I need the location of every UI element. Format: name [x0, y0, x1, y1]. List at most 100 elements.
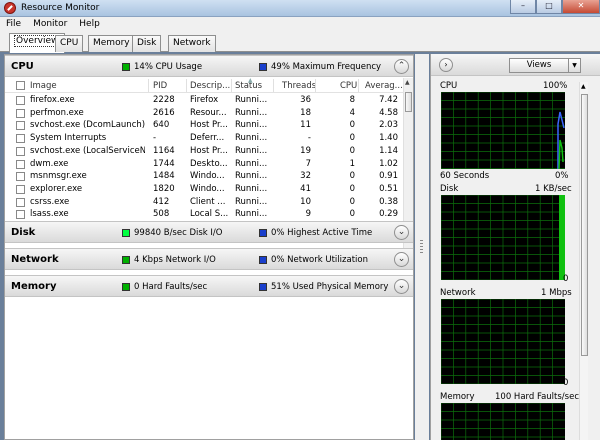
row-checkbox[interactable]	[16, 184, 25, 194]
disk-io-indicator: 99840 B/sec Disk I/O	[122, 227, 223, 239]
table-cell: Deferr...	[190, 133, 225, 144]
select-all-checkbox[interactable]	[16, 81, 25, 90]
table-cell: Runni...	[235, 171, 268, 182]
table-cell: 32	[300, 171, 311, 182]
graph-scrollbar[interactable]: ▲	[579, 82, 588, 440]
cpu-frequency-text: 49% Maximum Frequency	[271, 62, 382, 72]
row-checkbox[interactable]	[16, 159, 25, 169]
table-cell: 0	[349, 133, 355, 144]
physical-memory-text: 51% Used Physical Memory	[271, 282, 389, 292]
menu-file[interactable]: File	[0, 17, 27, 32]
column-threads[interactable]: Threads	[282, 81, 316, 91]
network-utilization-indicator: 0% Network Utilization	[259, 254, 368, 266]
table-cell: csrss.exe	[30, 196, 70, 207]
disk-section-header[interactable]: Disk 99840 B/sec Disk I/O 0% Highest Act…	[5, 221, 413, 243]
expand-chevron-icon[interactable]: ⌄	[394, 279, 409, 294]
row-checkbox[interactable]	[16, 121, 25, 131]
table-cell: 1.02	[379, 158, 398, 169]
hard-faults-indicator: 0 Hard Faults/sec	[122, 281, 207, 293]
table-row[interactable]: msnmsgr.exe 1484 Windo... Runni... 32 0 0.91	[5, 170, 403, 183]
row-checkbox[interactable]	[16, 172, 25, 182]
table-cell: 11	[300, 120, 311, 131]
table-row[interactable]: svchost.exe (DcomLaunch) 640 Host Pr... Run…	[5, 119, 403, 132]
row-checkbox[interactable]	[16, 134, 25, 144]
cpu-frequency-indicator: 49% Maximum Frequency	[259, 61, 381, 73]
disk-active-text: 0% Highest Active Time	[271, 228, 373, 238]
expand-chevron-icon[interactable]: ⌄	[394, 252, 409, 267]
views-dropdown-arrow-icon[interactable]: ▼	[569, 58, 581, 73]
tab-cpu[interactable]: CPU	[55, 35, 84, 52]
menu-help[interactable]: Help	[73, 17, 106, 32]
table-row[interactable]: lsass.exe 508 Local S... Runni... 9 0 0.29	[5, 208, 403, 221]
pane-splitter[interactable]	[415, 54, 429, 440]
minimize-button[interactable]: –	[510, 0, 536, 14]
tab-disk[interactable]: Disk	[132, 35, 162, 52]
column-pid[interactable]: PID	[153, 81, 167, 91]
row-checkbox[interactable]	[16, 197, 25, 207]
disk-active-indicator: 0% Highest Active Time	[259, 227, 372, 239]
network-section-title: Network	[11, 254, 59, 265]
table-cell: -	[153, 133, 157, 144]
table-cell: 7	[305, 158, 311, 169]
physical-memory-indicator: 51% Used Physical Memory	[259, 281, 388, 293]
green-indicator-icon	[122, 256, 130, 264]
tab-memory[interactable]: Memory	[88, 35, 135, 52]
row-checkbox[interactable]	[16, 96, 25, 105]
views-button[interactable]: Views	[509, 58, 569, 73]
table-cell: Client ...	[190, 196, 226, 207]
column-cpu[interactable]: CPU	[340, 81, 357, 91]
table-row[interactable]: firefox.exe 2228 Firefox Runni... 36 8 7.42	[5, 94, 403, 107]
table-cell: Runni...	[235, 95, 268, 105]
network-section-header[interactable]: Network 4 Kbps Network I/O 0% Network Ut…	[5, 248, 413, 270]
table-cell: Local S...	[190, 209, 229, 220]
maximize-button[interactable]: □	[536, 0, 562, 14]
scroll-thumb[interactable]	[405, 92, 412, 112]
cpu-section-header[interactable]: CPU 14% CPU Usage 49% Maximum Frequency …	[5, 55, 413, 77]
disk-graph-max: 1 KB/sec	[535, 184, 572, 194]
table-cell: Host Pr...	[190, 145, 228, 156]
memory-section-header[interactable]: Memory 0 Hard Faults/sec 51% Used Physic…	[5, 275, 413, 297]
table-cell: Runni...	[235, 145, 268, 156]
column-average[interactable]: Averag...	[365, 81, 403, 91]
table-row[interactable]: explorer.exe 1820 Windo... Runni... 41 0 0.51	[5, 183, 403, 196]
table-cell: Runni...	[235, 158, 268, 169]
sort-ascending-icon: ▲	[248, 78, 253, 84]
table-cell: Runni...	[235, 133, 268, 144]
table-cell: 4	[349, 107, 355, 118]
disk-graph	[441, 195, 565, 280]
title-bar: Resource Monitor – □ ✕	[0, 0, 600, 17]
scroll-up-icon[interactable]: ▲	[581, 83, 586, 90]
table-row[interactable]: dwm.exe 1744 Deskto... Runni... 7 1 1.02	[5, 158, 403, 171]
cpu-graph-max: 100%	[543, 81, 568, 91]
splitter-grip-icon	[420, 240, 423, 254]
network-io-indicator: 4 Kbps Network I/O	[122, 254, 216, 266]
row-checkbox[interactable]	[16, 146, 25, 156]
menu-monitor[interactable]: Monitor	[27, 17, 73, 32]
table-cell: Deskto...	[190, 158, 228, 169]
table-row[interactable]: svchost.exe (LocalServiceNo... 1164 Host P…	[5, 145, 403, 158]
collapse-chevron-icon[interactable]: ⌃	[394, 59, 409, 74]
tab-network[interactable]: Network	[168, 35, 216, 52]
expand-chevron-icon[interactable]: ⌄	[394, 225, 409, 240]
scroll-up-icon[interactable]: ▲	[405, 79, 410, 86]
scroll-thumb[interactable]	[581, 94, 588, 356]
table-cell: 0	[349, 196, 355, 207]
table-cell: 508	[153, 209, 170, 220]
collapse-pane-arrow-icon[interactable]: ›	[439, 58, 453, 72]
green-indicator-icon	[122, 63, 130, 71]
row-checkbox[interactable]	[16, 108, 25, 118]
column-image[interactable]: Image	[30, 81, 57, 91]
table-row[interactable]: csrss.exe 412 Client ... Runni... 10 0 0.38	[5, 196, 403, 209]
table-row[interactable]: perfmon.exe 2616 Resour... Runni... 18 4 4.58	[5, 107, 403, 120]
table-cell: Runni...	[235, 209, 268, 220]
network-graph-label: Network	[440, 288, 476, 298]
close-button[interactable]: ✕	[562, 0, 600, 14]
table-cell: 1820	[153, 183, 175, 194]
table-row[interactable]: System Interrupts - Deferr... Runni... - 0 1.4…	[5, 132, 403, 145]
table-cell: firefox.exe	[30, 95, 75, 105]
table-cell: msnmsgr.exe	[30, 171, 87, 182]
row-checkbox[interactable]	[16, 210, 25, 220]
table-cell: svchost.exe (DcomLaunch)	[30, 120, 145, 131]
column-description[interactable]: Descrip...	[190, 81, 230, 91]
table-cell: 10	[300, 196, 311, 207]
